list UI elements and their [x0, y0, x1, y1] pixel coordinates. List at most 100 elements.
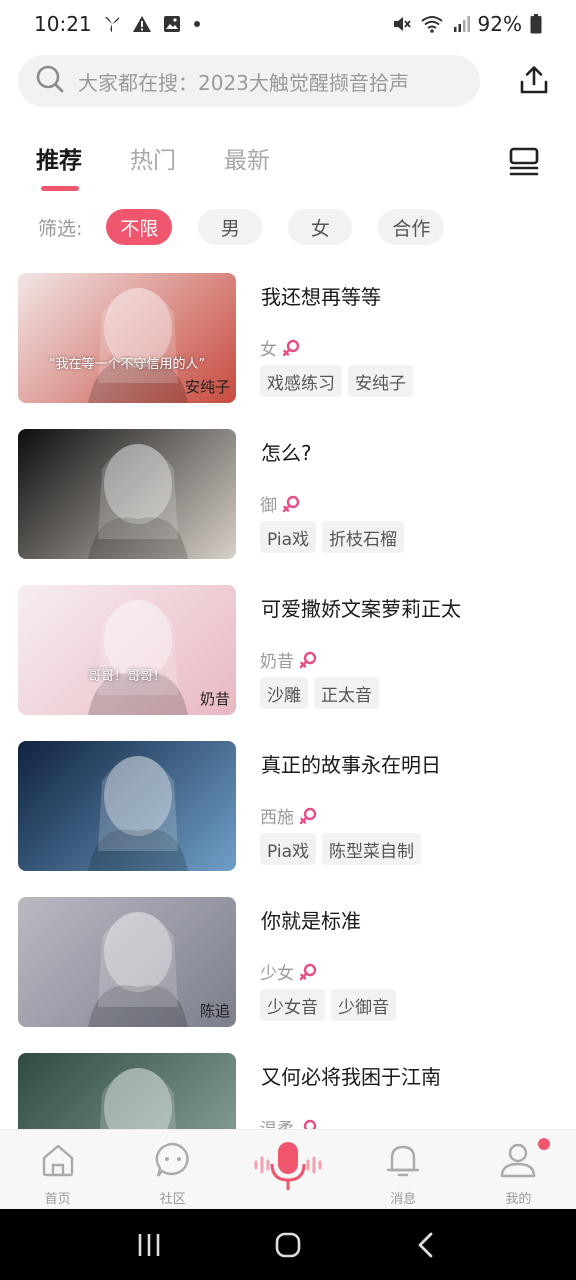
- category-tabs: 推荐 热门 最新: [36, 140, 540, 196]
- item-author-row: 少女: [260, 959, 318, 984]
- cover-image: “先生不爱这江南烟雨”: [18, 1053, 236, 1129]
- notification-dot: [537, 1138, 550, 1150]
- image-icon: [162, 14, 182, 34]
- list-item[interactable]: “先生不爱这江南烟雨” 又何必将我困于江南温柔: [0, 1053, 576, 1129]
- female-icon: [298, 962, 318, 982]
- cover-image: 哥哥！哥哥！ 奶昔: [18, 585, 236, 715]
- list-item[interactable]: “我在等一个不守信用的人” 安纯子 我还想再等等女戏感练习 安纯子: [0, 273, 576, 403]
- list-item[interactable]: 怎么? 御 Pia戏 折枝石榴: [0, 429, 576, 559]
- tag-chip[interactable]: 戏感练习: [260, 365, 342, 397]
- item-title: 真正的故事永在明日: [261, 753, 441, 777]
- tag-chip[interactable]: 少女音: [260, 989, 325, 1021]
- filter-chip-collab[interactable]: 合作: [378, 209, 445, 245]
- back-icon[interactable]: [407, 1225, 447, 1265]
- mute-icon: [390, 13, 412, 35]
- filter-row: 筛选: 不限 男 女 合作: [38, 208, 470, 246]
- tab-hot[interactable]: 热门: [130, 140, 176, 188]
- nav-label: 社区: [159, 1192, 186, 1207]
- nav-messages[interactable]: 消息: [346, 1130, 461, 1210]
- tab-recommended[interactable]: 推荐: [36, 140, 82, 191]
- tag-chip[interactable]: 少御音: [331, 989, 396, 1021]
- layout-toggle-icon[interactable]: [508, 146, 540, 180]
- search-input[interactable]: 大家都在搜：2023大触觉醒撷音拾声: [18, 55, 480, 107]
- microphone-icon: [250, 1140, 326, 1196]
- female-icon: [298, 1118, 318, 1129]
- tab-latest[interactable]: 最新: [224, 140, 270, 188]
- cover-signature: 陈追: [199, 1002, 230, 1020]
- item-author-row: 温柔: [260, 1115, 318, 1129]
- nav-community[interactable]: 社区: [115, 1130, 230, 1210]
- filter-label: 筛选:: [38, 217, 83, 240]
- nav-home[interactable]: 首页: [0, 1130, 115, 1210]
- tag-chip[interactable]: Pia戏: [260, 833, 317, 865]
- home-icon: [38, 1140, 78, 1184]
- female-icon: [281, 338, 301, 358]
- filter-chip-female[interactable]: 女: [288, 209, 353, 245]
- tag-chip[interactable]: Pia戏: [260, 521, 317, 553]
- status-bar: 10:21 92%: [0, 0, 576, 48]
- battery-percent: 92%: [477, 12, 522, 36]
- item-author-row: 奶昔: [260, 647, 318, 672]
- item-title: 可爱撒娇文案萝莉正太: [261, 597, 461, 621]
- tab-label: 最新: [224, 148, 270, 174]
- cover-image: [18, 429, 236, 559]
- item-author-row: 御: [260, 491, 301, 516]
- chat-icon: [153, 1140, 193, 1184]
- item-tags: 少女音 少御音: [260, 989, 402, 1021]
- search-row: 大家都在搜：2023大触觉醒撷音拾声: [18, 54, 558, 108]
- cover-image: “我在等一个不守信用的人” 安纯子: [18, 273, 236, 403]
- item-author: 少女: [260, 964, 294, 984]
- filter-chip-male[interactable]: 男: [198, 209, 263, 245]
- tag-chip[interactable]: 沙雕: [260, 677, 308, 709]
- item-author-row: 女: [260, 335, 301, 360]
- item-tags: Pia戏 折枝石榴: [260, 521, 410, 553]
- item-author: 西施: [260, 808, 294, 828]
- item-title: 又何必将我困于江南: [261, 1065, 441, 1089]
- item-title: 怎么?: [261, 441, 312, 465]
- tag-chip[interactable]: 陈型菜自制: [322, 833, 422, 865]
- warning-icon: [132, 14, 152, 34]
- cover-image: 陈追: [18, 897, 236, 1027]
- signal-icon: [452, 15, 470, 33]
- item-author: 女: [260, 340, 277, 360]
- dot-icon: [192, 19, 202, 29]
- cover-caption: “我在等一个不守信用的人”: [48, 357, 206, 372]
- item-tags: Pia戏 陈型菜自制: [260, 833, 427, 865]
- pinwheel-icon: [102, 14, 122, 34]
- bottom-nav: 首页 社区 消息 我的: [0, 1129, 576, 1209]
- nav-profile[interactable]: 我的: [461, 1130, 576, 1210]
- tab-underline: [41, 186, 79, 191]
- status-time: 10:21: [34, 12, 92, 36]
- tag-chip[interactable]: 正太音: [314, 677, 379, 709]
- tag-chip[interactable]: 折枝石榴: [322, 521, 405, 553]
- system-nav-bar: [0, 1209, 576, 1280]
- item-author-row: 西施: [260, 803, 318, 828]
- list-item[interactable]: 陈追 你就是标准少女少女音 少御音: [0, 897, 576, 1027]
- cover-image: [18, 741, 236, 871]
- female-icon: [298, 806, 318, 826]
- profile-icon: [498, 1140, 538, 1184]
- item-title: 你就是标准: [261, 909, 361, 933]
- battery-icon: [530, 14, 542, 34]
- upload-icon[interactable]: [516, 62, 552, 98]
- list-item[interactable]: 哥哥！哥哥！ 奶昔 可爱撒娇文案萝莉正太 奶昔 沙雕 正太音: [0, 585, 576, 715]
- nav-record[interactable]: [230, 1130, 345, 1210]
- list-item[interactable]: 真正的故事永在明日西施 Pia戏 陈型菜自制: [0, 741, 576, 871]
- recent-apps-icon[interactable]: [129, 1225, 169, 1265]
- item-author: 奶昔: [260, 652, 294, 672]
- search-placeholder: 大家都在搜：2023大触觉醒撷音拾声: [78, 70, 409, 95]
- cover-caption: 哥哥！哥哥！: [87, 669, 166, 684]
- item-author: 温柔: [260, 1115, 294, 1129]
- wifi-icon: [420, 14, 444, 34]
- nav-label: 消息: [390, 1192, 417, 1207]
- female-icon: [281, 494, 301, 514]
- item-tags: 戏感练习 安纯子: [260, 365, 419, 397]
- item-tags: 沙雕 正太音: [260, 677, 385, 709]
- filter-chip-any[interactable]: 不限: [106, 209, 173, 245]
- cover-signature: 奶昔: [199, 690, 230, 708]
- item-author: 御: [260, 496, 277, 516]
- tab-label: 热门: [130, 148, 176, 174]
- tag-chip[interactable]: 安纯子: [348, 365, 413, 397]
- home-button-icon[interactable]: [268, 1225, 308, 1265]
- nav-label: 我的: [505, 1192, 532, 1207]
